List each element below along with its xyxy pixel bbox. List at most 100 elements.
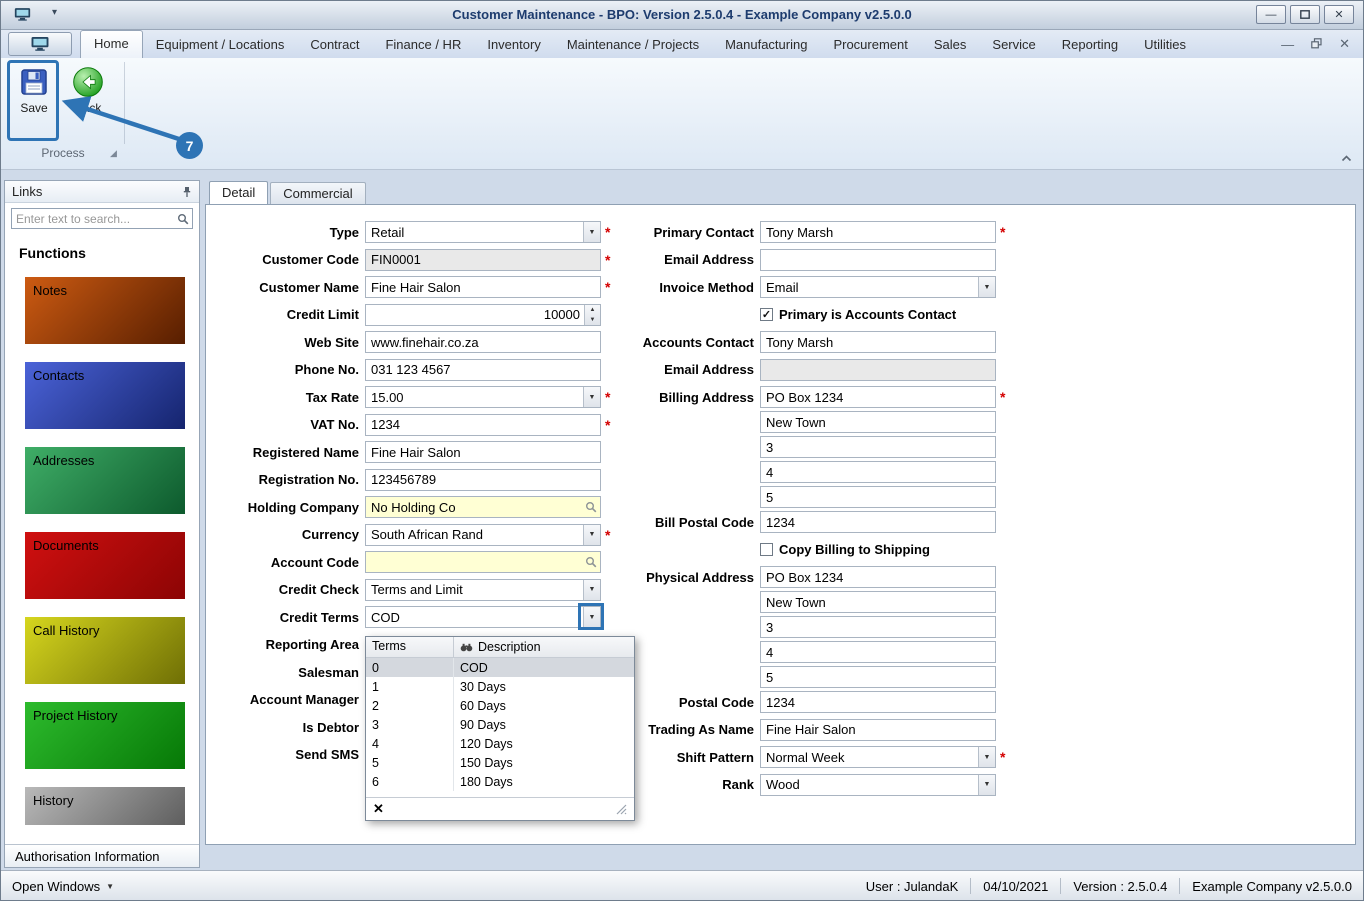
document-minimize-icon[interactable]: — bbox=[1281, 37, 1294, 52]
tab-detail[interactable]: Detail bbox=[209, 181, 269, 204]
address-line-field[interactable]: New Town bbox=[760, 411, 996, 433]
description-column-header[interactable]: Description bbox=[454, 637, 634, 657]
function-documents[interactable]: Documents bbox=[25, 532, 185, 599]
function-project-history[interactable]: Project History bbox=[25, 702, 185, 769]
credit-check-field[interactable]: Terms and Limit ▼ bbox=[365, 578, 601, 601]
registration-no-field[interactable]: 123456789 bbox=[365, 468, 601, 491]
terms-option-150-days[interactable]: 5 150 Days bbox=[366, 753, 634, 772]
primary-contact-field[interactable]: Tony Marsh bbox=[760, 221, 996, 243]
email-address-field[interactable] bbox=[760, 248, 996, 271]
terms-option-90-days[interactable]: 3 90 Days bbox=[366, 715, 634, 734]
field-label: Credit Limit bbox=[286, 307, 359, 322]
physical-address-field[interactable]: PO Box 1234 bbox=[760, 566, 996, 588]
address-line-field[interactable]: 4 bbox=[760, 461, 996, 483]
save-floppy-icon bbox=[18, 66, 50, 98]
document-restore-icon[interactable] bbox=[1311, 37, 1322, 52]
ribbon-tab-procurement[interactable]: Procurement bbox=[820, 32, 920, 58]
clear-filter-button[interactable]: ✕ bbox=[373, 801, 384, 817]
ribbon-tab-service[interactable]: Service bbox=[979, 32, 1048, 58]
accounts-contact-field[interactable]: Tony Marsh bbox=[760, 331, 996, 353]
bill-postal-code-field[interactable]: 1234 bbox=[760, 511, 996, 533]
rank-field[interactable]: Wood ▼ bbox=[760, 773, 996, 796]
field-label: Type bbox=[329, 224, 359, 240]
currency-field[interactable]: South African Rand ▼ bbox=[365, 523, 601, 546]
resize-grip[interactable] bbox=[615, 803, 627, 815]
dropdown-button[interactable]: ▼ bbox=[978, 277, 995, 297]
ribbon-tab-manufacturing[interactable]: Manufacturing bbox=[712, 32, 820, 58]
function-call-history[interactable]: Call History bbox=[25, 617, 185, 684]
vat-no-field[interactable]: 1234 bbox=[365, 413, 601, 436]
tab-commercial[interactable]: Commercial bbox=[270, 182, 366, 204]
checkbox-label: Primary is Accounts Contact bbox=[779, 307, 957, 322]
authorisation-information-tab[interactable]: Authorisation Information bbox=[5, 844, 199, 867]
ribbon-tab-contract[interactable]: Contract bbox=[297, 32, 372, 58]
terms-column-header[interactable]: Terms bbox=[366, 637, 454, 657]
address-line-field[interactable]: 5 bbox=[760, 486, 996, 508]
document-close-icon[interactable]: ✕ bbox=[1339, 36, 1350, 52]
terms-option-cod[interactable]: 0 COD bbox=[366, 658, 634, 677]
ribbon-tab-sales[interactable]: Sales bbox=[921, 32, 980, 58]
function-notes[interactable]: Notes bbox=[25, 277, 185, 344]
function-contacts[interactable]: Contacts bbox=[25, 362, 185, 429]
type-field[interactable]: Retail ▼ bbox=[365, 221, 601, 243]
save-button[interactable]: Save bbox=[10, 64, 58, 115]
email-address-field[interactable] bbox=[760, 358, 996, 381]
function-history[interactable]: History bbox=[25, 787, 185, 825]
minimize-button[interactable]: — bbox=[1256, 5, 1286, 24]
postal-code-field[interactable]: 1234 bbox=[760, 691, 996, 713]
terms-option-30-days[interactable]: 1 30 Days bbox=[366, 677, 634, 696]
ribbon-tab-inventory[interactable]: Inventory bbox=[474, 32, 553, 58]
terms-option-180-days[interactable]: 6 180 Days bbox=[366, 772, 634, 791]
holding-company-field[interactable]: No Holding Co bbox=[365, 496, 601, 518]
shift-pattern-field[interactable]: Normal Week ▼ bbox=[760, 746, 996, 768]
status-item: Version : 2.5.0.4 bbox=[1073, 878, 1168, 894]
maximize-button[interactable] bbox=[1290, 5, 1320, 24]
ribbon-tab-maintenance-projects[interactable]: Maintenance / Projects bbox=[554, 32, 712, 58]
credit-terms-field[interactable]: COD ▼ bbox=[365, 606, 601, 628]
field-value: 031 123 4567 bbox=[371, 362, 451, 377]
tax-rate-field[interactable]: 15.00 ▼ bbox=[365, 386, 601, 408]
address-line-field[interactable]: 3 bbox=[760, 436, 996, 458]
customer-code-field[interactable]: FIN0001 bbox=[365, 248, 601, 271]
terms-option-120-days[interactable]: 4 120 Days bbox=[366, 734, 634, 753]
billing-address-field[interactable]: PO Box 1234 bbox=[760, 386, 996, 408]
ribbon-tab-finance-hr[interactable]: Finance / HR bbox=[372, 32, 474, 58]
account-code-field[interactable] bbox=[365, 551, 601, 573]
back-button[interactable]: Back bbox=[64, 64, 112, 115]
function-addresses[interactable]: Addresses bbox=[25, 447, 185, 514]
collapse-ribbon-icon[interactable] bbox=[1341, 150, 1352, 165]
phone-no-field[interactable]: 031 123 4567 bbox=[365, 358, 601, 381]
field-label: Accounts Contact bbox=[642, 334, 754, 350]
field-value: 5 bbox=[766, 489, 774, 505]
ribbon-tab-utilities[interactable]: Utilities bbox=[1131, 32, 1199, 58]
field-value: Terms and Limit bbox=[371, 582, 463, 597]
address-line-field[interactable]: New Town bbox=[760, 591, 996, 613]
open-windows-button[interactable]: Open Windows ▼ bbox=[12, 879, 114, 894]
dropdown-button[interactable]: ▼ bbox=[978, 774, 995, 795]
invoice-method-field[interactable]: Email ▼ bbox=[760, 276, 996, 298]
field-value: No Holding Co bbox=[371, 499, 456, 515]
ribbon-tab-home[interactable]: Home bbox=[80, 30, 143, 58]
search-icon[interactable] bbox=[174, 213, 192, 225]
address-line-field[interactable]: 3 bbox=[760, 616, 996, 638]
copy-billing-to-shipping-checkbox[interactable] bbox=[760, 543, 773, 556]
registered-name-field[interactable]: Fine Hair Salon bbox=[365, 441, 601, 463]
dropdown-button[interactable]: ▼ bbox=[978, 747, 995, 767]
ribbon-tab-reporting[interactable]: Reporting bbox=[1049, 32, 1131, 58]
web-site-field[interactable]: www.finehair.co.za bbox=[365, 331, 601, 353]
address-line-field[interactable]: 5 bbox=[760, 666, 996, 688]
address-line-field[interactable]: 4 bbox=[760, 641, 996, 663]
terms-option-60-days[interactable]: 2 60 Days bbox=[366, 696, 634, 715]
application-menu-button[interactable] bbox=[8, 32, 72, 56]
trading-as-name-field[interactable]: Fine Hair Salon bbox=[760, 718, 996, 741]
field-value: Normal Week bbox=[766, 749, 845, 765]
customer-name-field[interactable]: Fine Hair Salon bbox=[365, 276, 601, 298]
search-input[interactable] bbox=[12, 211, 174, 226]
primary-is-accounts-contact-checkbox[interactable]: ✓ bbox=[760, 308, 773, 321]
ribbon-tab-equipment-locations[interactable]: Equipment / Locations bbox=[143, 32, 298, 58]
pin-icon[interactable] bbox=[182, 186, 192, 198]
close-button[interactable]: ✕ bbox=[1324, 5, 1354, 24]
group-dialog-launcher-icon[interactable]: ◢ bbox=[110, 148, 117, 159]
credit-limit-field[interactable]: 10000 ▲ ▼ bbox=[365, 303, 601, 326]
description-cell: 30 Days bbox=[460, 679, 506, 694]
